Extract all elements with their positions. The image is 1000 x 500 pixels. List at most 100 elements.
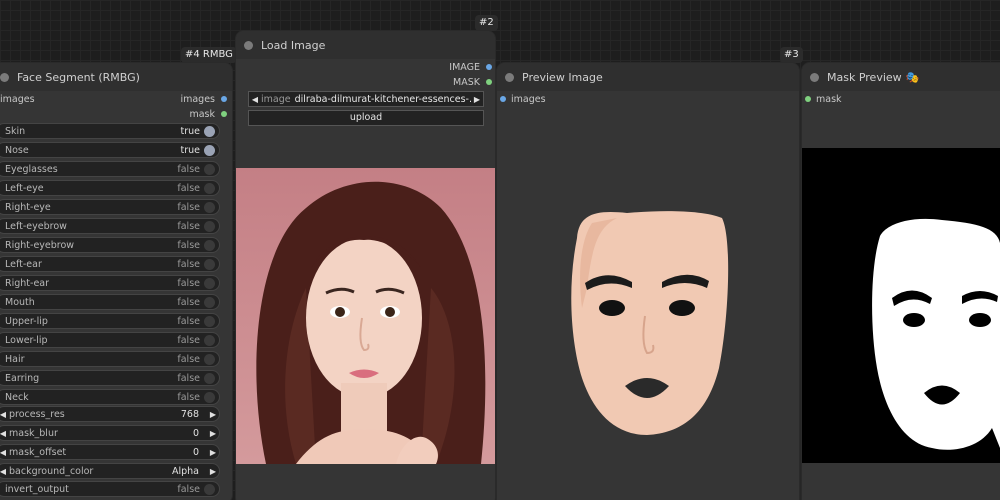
widget-label: Left-eye [5, 182, 44, 194]
decrement-arrow-icon[interactable]: ◀ [0, 467, 9, 476]
number-widget-background-color[interactable]: ◀ background_color Alpha ▶ [0, 463, 220, 479]
toggle-indicator[interactable] [204, 334, 215, 346]
preview-image-node[interactable]: Preview Image images [497, 63, 799, 500]
decrement-arrow-icon[interactable]: ◀ [0, 448, 9, 457]
collapse-dot-icon[interactable] [0, 72, 9, 82]
toggle-indicator[interactable] [204, 391, 215, 403]
toggle-indicator[interactable] [204, 144, 215, 156]
widget-label: Left-ear [5, 258, 42, 270]
slot-connector-icon[interactable] [221, 111, 227, 117]
preview-output-image [497, 148, 799, 448]
widget-label: process_res [9, 408, 65, 420]
image-combo[interactable]: ◀ image dilraba-dilmurat-kitchener-essen… [248, 91, 484, 107]
input-slot-mask[interactable]: mask [805, 92, 842, 106]
toggle-indicator[interactable] [204, 163, 215, 175]
toggle-nose[interactable]: Nose true [0, 142, 220, 158]
slot-connector-icon[interactable] [805, 96, 811, 102]
increment-arrow-icon[interactable]: ▶ [207, 467, 219, 476]
toggle-upper-lip[interactable]: Upper-lip false [0, 313, 220, 329]
toggle-right-eyebrow[interactable]: Right-eyebrow false [0, 237, 220, 253]
widget-label: Upper-lip [5, 315, 48, 327]
toggle-neck[interactable]: Neck false [0, 389, 220, 405]
collapse-dot-icon[interactable] [810, 72, 819, 82]
toggle-left-eye[interactable]: Left-eye false [0, 180, 220, 196]
collapse-dot-icon[interactable] [244, 40, 253, 50]
slot-label: mask [189, 108, 215, 120]
toggle-right-ear[interactable]: Right-ear false [0, 275, 220, 291]
toggle-skin[interactable]: Skin true [0, 123, 220, 139]
widget-value: false [177, 296, 200, 308]
node-header[interactable]: Mask Preview 🎭 [802, 63, 1000, 91]
widget-value: false [177, 353, 200, 365]
increment-arrow-icon[interactable]: ▶ [207, 448, 219, 457]
input-slot-images[interactable]: images [0, 92, 35, 106]
node-graph-canvas[interactable]: #4 RMBG Face Segment (RMBG) images image… [0, 0, 1000, 500]
toggle-indicator[interactable] [204, 125, 215, 137]
toggle-invert-output[interactable]: invert_output false [0, 481, 220, 497]
input-slot-images[interactable]: images [500, 92, 546, 106]
toggle-indicator[interactable] [204, 296, 215, 308]
next-arrow-icon[interactable]: ▶ [471, 95, 483, 104]
toggle-indicator[interactable] [204, 483, 215, 495]
node-title: Load Image [261, 38, 326, 52]
collapse-dot-icon[interactable] [505, 72, 514, 82]
toggle-lower-lip[interactable]: Lower-lip false [0, 332, 220, 348]
widget-label: Eyeglasses [5, 163, 58, 175]
widget-label: invert_output [5, 483, 69, 495]
widget-value: false [177, 239, 200, 251]
toggle-earring[interactable]: Earring false [0, 370, 220, 386]
node-id-badge: #4 RMBG [181, 47, 237, 63]
slot-connector-icon[interactable] [486, 79, 492, 85]
toggle-indicator[interactable] [204, 258, 215, 270]
node-header[interactable]: Face Segment (RMBG) [0, 63, 232, 91]
output-slot-mask[interactable]: MASK [453, 75, 492, 89]
toggle-indicator[interactable] [204, 372, 215, 384]
widget-label: mask_blur [9, 427, 58, 439]
widget-label: Right-ear [5, 277, 50, 289]
widget-label: Mouth [5, 296, 35, 308]
number-widget-mask-blur[interactable]: ◀ mask_blur 0 ▶ [0, 425, 220, 441]
output-slot-image[interactable]: IMAGE [449, 60, 492, 74]
slot-connector-icon[interactable] [221, 96, 227, 102]
toggle-indicator[interactable] [204, 315, 215, 327]
toggle-indicator[interactable] [204, 277, 215, 289]
widget-value: false [177, 201, 200, 213]
increment-arrow-icon[interactable]: ▶ [207, 429, 219, 438]
widget-value: Alpha [171, 465, 199, 477]
output-slot-images[interactable]: images [180, 92, 227, 106]
toggle-mouth[interactable]: Mouth false [0, 294, 220, 310]
toggle-eyeglasses[interactable]: Eyeglasses false [0, 161, 220, 177]
prev-arrow-icon[interactable]: ◀ [249, 95, 261, 104]
node-id-badge: #2 [475, 15, 498, 31]
slot-connector-icon[interactable] [486, 64, 492, 70]
node-header[interactable]: Load Image [236, 31, 495, 59]
output-slot-mask[interactable]: mask [189, 107, 227, 121]
toggle-indicator[interactable] [204, 353, 215, 365]
mask-preview-node[interactable]: Mask Preview 🎭 mask [802, 63, 1000, 500]
toggle-indicator[interactable] [204, 182, 215, 194]
toggle-left-eyebrow[interactable]: Left-eyebrow false [0, 218, 220, 234]
number-widget-mask-offset[interactable]: ◀ mask_offset 0 ▶ [0, 444, 220, 460]
mask-output-image [802, 148, 1000, 463]
toggle-left-ear[interactable]: Left-ear false [0, 256, 220, 272]
widget-value: true [180, 144, 201, 156]
load-image-node[interactable]: Load Image IMAGE MASK ◀ image dilraba-di… [236, 31, 495, 500]
decrement-arrow-icon[interactable]: ◀ [0, 410, 9, 419]
toggle-right-eye[interactable]: Right-eye false [0, 199, 220, 215]
widget-value: false [177, 220, 200, 232]
node-title: Face Segment (RMBG) [17, 70, 140, 84]
node-header[interactable]: Preview Image [497, 63, 799, 91]
upload-button[interactable]: upload [248, 110, 484, 126]
slot-connector-icon[interactable] [500, 96, 506, 102]
toggle-indicator[interactable] [204, 239, 215, 251]
node-title: Mask Preview [827, 70, 902, 84]
widget-value: false [177, 163, 200, 175]
toggle-indicator[interactable] [204, 220, 215, 232]
decrement-arrow-icon[interactable]: ◀ [0, 429, 9, 438]
number-widget-process-res[interactable]: ◀ process_res 768 ▶ [0, 406, 220, 422]
toggle-hair[interactable]: Hair false [0, 351, 220, 367]
slot-label: mask [816, 93, 842, 105]
increment-arrow-icon[interactable]: ▶ [207, 410, 219, 419]
toggle-indicator[interactable] [204, 201, 215, 213]
face-segment-node[interactable]: Face Segment (RMBG) images images mask S… [0, 63, 232, 500]
